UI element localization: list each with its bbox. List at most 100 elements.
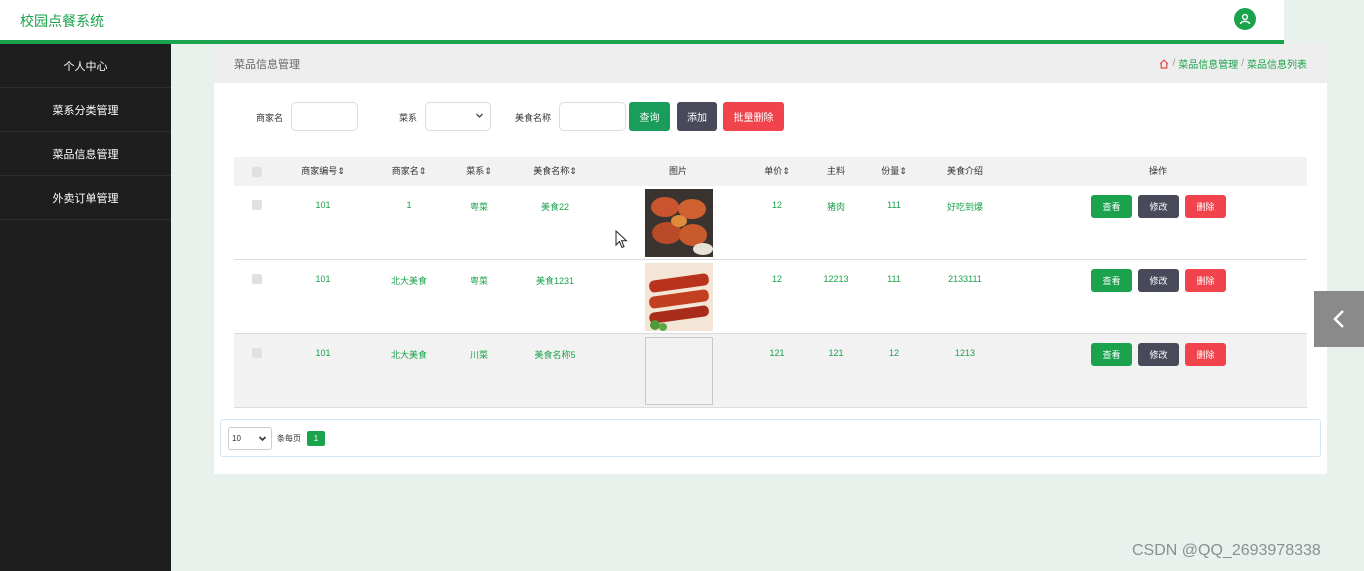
chevron-down-icon — [475, 113, 484, 119]
row-checkbox[interactable] — [252, 348, 262, 358]
page-size-value: 10 — [232, 434, 241, 443]
cuisine-label: 菜系 — [399, 113, 418, 123]
view-button[interactable]: 查看 — [1091, 269, 1132, 292]
content-panel: 商家名 菜系 美食名称 查询 添加 批量删除 商家编号⇕ 商家名⇕ 菜系⇕ 美食… — [214, 83, 1327, 474]
sidebar-item-label: 菜品信息管理 — [52, 148, 119, 161]
sidebar-item-dish-info[interactable]: 菜品信息管理 — [0, 132, 171, 176]
crabs-photo[interactable] — [645, 189, 713, 257]
sidebar: 个人中心 菜系分类管理 菜品信息管理 外卖订单管理 — [0, 44, 171, 571]
row-checkbox[interactable] — [252, 200, 262, 210]
cell-merchant-no: 101 — [315, 348, 331, 358]
broken-image-icon[interactable] — [645, 337, 713, 405]
sidebar-item-profile[interactable]: 个人中心 — [0, 44, 171, 88]
cell-intro: 好吃到爆 — [946, 202, 984, 212]
delete-button[interactable]: 删除 — [1185, 269, 1226, 292]
cell-ingredient: 121 — [828, 348, 844, 358]
query-button[interactable]: 查询 — [629, 102, 670, 131]
cell-portion: 111 — [887, 200, 901, 210]
cell-merchant: 北大美食 — [390, 276, 428, 286]
table-row: 101 北大美食 川菜 美食名称5 121 121 12 1213 查看 修改 … — [234, 334, 1307, 408]
food-name-label: 美食名称 — [515, 113, 552, 123]
cuisine-select[interactable] — [425, 102, 491, 131]
page-title: 菜品信息管理 — [234, 59, 300, 71]
table-row: 101 北大美食 粤菜 美食1231 12 12213 111 2133111 … — [234, 260, 1307, 334]
cell-intro: 1213 — [954, 348, 976, 358]
sort-icon[interactable]: ⇕ — [337, 166, 345, 176]
column-header-merchant[interactable]: 商家名⇕ — [392, 157, 427, 186]
cell-merchant-no: 101 — [315, 274, 331, 284]
per-page-label: 条每页 — [277, 434, 301, 443]
sidebar-item-label: 个人中心 — [63, 60, 108, 73]
cell-food-name: 美食22 — [540, 202, 570, 212]
column-header-portion[interactable]: 份量⇕ — [881, 157, 907, 186]
breadcrumb-item-dish-management[interactable]: 菜品信息管理 — [1178, 56, 1238, 71]
pagination: 10 条每页 1 — [220, 419, 1321, 457]
column-header-operations: 操作 — [1148, 166, 1168, 176]
sort-icon[interactable]: ⇕ — [782, 166, 790, 176]
column-header-price[interactable]: 单价⇕ — [764, 157, 790, 186]
sidebar-item-label: 外卖订单管理 — [52, 192, 119, 205]
dish-table: 商家编号⇕ 商家名⇕ 菜系⇕ 美食名称⇕ 图片 单价⇕ 主料 份量⇕ 美食介绍 … — [234, 157, 1307, 408]
view-button[interactable]: 查看 — [1091, 343, 1132, 366]
user-avatar[interactable] — [1234, 8, 1256, 30]
sidebar-item-delivery-orders[interactable]: 外卖订单管理 — [0, 176, 171, 220]
row-checkbox[interactable] — [252, 274, 262, 284]
delete-button[interactable]: 删除 — [1185, 195, 1226, 218]
sort-icon[interactable]: ⇕ — [899, 166, 907, 176]
breadcrumb: / 菜品信息管理 / 菜品信息列表 — [1159, 56, 1307, 71]
sort-icon[interactable]: ⇕ — [484, 166, 492, 176]
edit-button[interactable]: 修改 — [1138, 195, 1179, 218]
chevron-down-icon — [258, 436, 267, 442]
cell-merchant-no: 101 — [315, 200, 331, 210]
cell-price: 12 — [771, 200, 783, 210]
page-size-select[interactable]: 10 — [228, 427, 272, 450]
column-header-cuisine[interactable]: 菜系⇕ — [466, 157, 492, 186]
cell-ingredient: 猪肉 — [826, 202, 846, 212]
mouse-cursor-icon — [615, 230, 628, 249]
home-icon[interactable] — [1159, 58, 1169, 69]
user-icon — [1239, 13, 1251, 25]
app-title: 校园点餐系统 — [20, 13, 104, 29]
top-bar: 校园点餐系统 — [0, 0, 1284, 44]
column-header-merchant-no[interactable]: 商家编号⇕ — [301, 157, 345, 186]
merchant-input[interactable] — [291, 102, 358, 131]
edit-button[interactable]: 修改 — [1138, 269, 1179, 292]
breadcrumb-item-dish-list[interactable]: 菜品信息列表 — [1247, 56, 1307, 71]
view-button[interactable]: 查看 — [1091, 195, 1132, 218]
cell-price: 12 — [771, 274, 783, 284]
column-header-intro: 美食介绍 — [946, 166, 984, 176]
top-right-strip — [1284, 0, 1364, 44]
select-all-checkbox[interactable] — [252, 167, 262, 177]
sidebar-item-cuisine-category[interactable]: 菜系分类管理 — [0, 88, 171, 132]
column-header-image: 图片 — [668, 166, 688, 176]
cell-merchant: 北大美食 — [390, 350, 428, 360]
sort-icon[interactable]: ⇕ — [419, 166, 427, 176]
breadcrumb-separator: / — [1241, 58, 1244, 69]
cell-ingredient: 12213 — [823, 274, 849, 284]
cell-intro: 2133111 — [948, 274, 982, 284]
cell-food-name: 美食1231 — [535, 276, 575, 286]
cell-cuisine: 粤菜 — [469, 202, 489, 212]
cell-cuisine: 川菜 — [469, 350, 489, 360]
delete-button[interactable]: 删除 — [1185, 343, 1226, 366]
watermark: CSDN @QQ_2693978338 — [1132, 542, 1321, 559]
sort-icon[interactable]: ⇕ — [569, 166, 577, 176]
cell-merchant: 1 — [406, 200, 412, 210]
page-number-button[interactable]: 1 — [307, 431, 325, 446]
merchant-label: 商家名 — [256, 113, 284, 123]
batch-delete-button[interactable]: 批量删除 — [723, 102, 784, 131]
edit-button[interactable]: 修改 — [1138, 343, 1179, 366]
food-name-input[interactable] — [559, 102, 626, 131]
column-header-ingredient: 主料 — [826, 166, 846, 176]
cell-portion: 12 — [888, 348, 900, 358]
add-button[interactable]: 添加 — [677, 102, 717, 131]
cell-food-name: 美食名称5 — [534, 350, 576, 360]
cell-cuisine: 粤菜 — [469, 276, 489, 286]
skewers-photo[interactable] — [645, 263, 713, 331]
column-header-food-name[interactable]: 美食名称⇕ — [533, 157, 577, 186]
panel-toggle-button[interactable] — [1314, 291, 1364, 347]
cell-portion: 111 — [887, 274, 901, 284]
cell-price: 121 — [769, 348, 785, 358]
sidebar-item-label: 菜系分类管理 — [52, 104, 119, 117]
content-header: 菜品信息管理 / 菜品信息管理 / 菜品信息列表 — [214, 44, 1327, 83]
